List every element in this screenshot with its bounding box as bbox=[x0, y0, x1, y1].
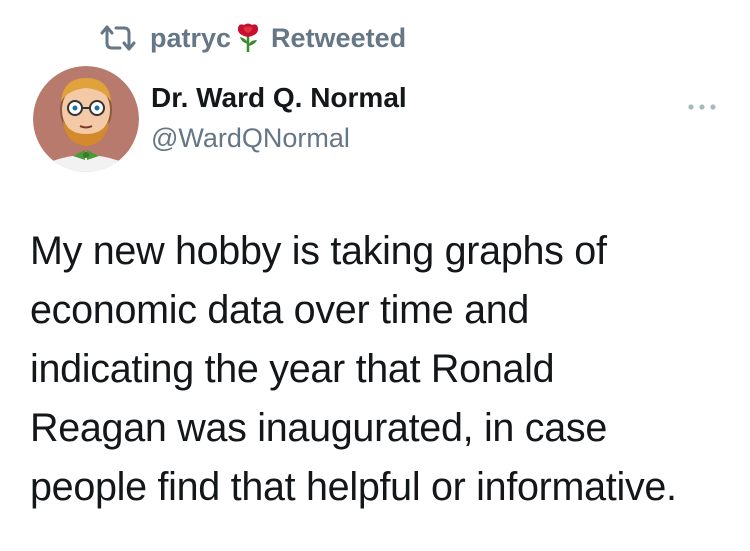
tweet-text-line: Reagan was inaugurated, in case bbox=[30, 406, 608, 450]
tweet-text-line: economic data over time and bbox=[30, 288, 530, 332]
rose-icon bbox=[235, 22, 261, 54]
retweeter-name[interactable]: patryc bbox=[150, 23, 231, 54]
author-display-name[interactable]: Dr. Ward Q. Normal bbox=[151, 80, 407, 116]
retweet-header: patryc Retweeted bbox=[98, 20, 406, 56]
tweet-text-line: indicating the year that Ronald bbox=[30, 347, 555, 391]
more-options-icon[interactable] bbox=[687, 99, 717, 110]
retweet-icon bbox=[98, 23, 138, 53]
tweet-text-line: people find that helpful or informative. bbox=[30, 465, 677, 509]
retweeted-label: Retweeted bbox=[271, 22, 407, 53]
author-handle[interactable]: @WardQNormal bbox=[151, 120, 407, 156]
author-block: Dr. Ward Q. Normal @WardQNormal bbox=[151, 80, 407, 156]
tweet-text-line: My new hobby is taking graphs of bbox=[30, 229, 607, 273]
tweet-text: My new hobby is taking graphs of economi… bbox=[30, 222, 730, 517]
avatar[interactable] bbox=[33, 66, 139, 172]
